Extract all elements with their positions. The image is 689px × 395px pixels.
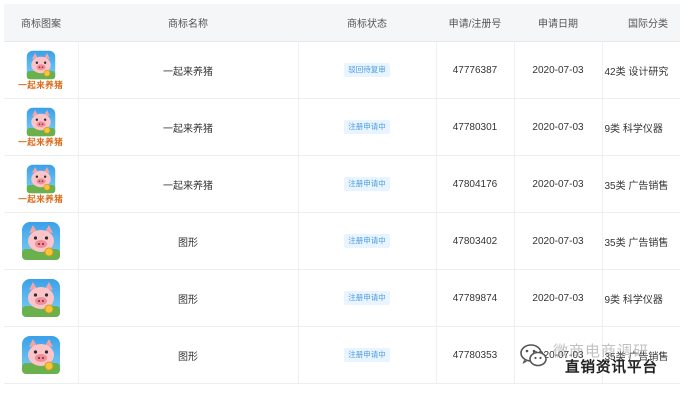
trademark-logo-cell: [4, 269, 79, 327]
trademark-status-cell: 注册申请中: [298, 269, 437, 327]
application-date: 2020-07-03: [514, 98, 603, 156]
registration-number: 47804176: [436, 155, 515, 213]
trademark-logo-image: [21, 278, 61, 318]
trademark-logo-cell: 一起来养猪: [4, 98, 79, 156]
table-body: 一起来养猪 一起来养猪 驳回待复审 47776387 2020-07-03 42…: [4, 41, 680, 384]
trademark-name[interactable]: 一起来养猪: [78, 41, 299, 99]
trademark-table: 商标图案 商标名称 商标状态 申请/注册号 申请日期 国际分类 一起来养猪 一起…: [4, 4, 680, 384]
application-date: 2020-07-03: [514, 269, 603, 327]
status-badge: 驳回待复审: [344, 63, 390, 77]
registration-number: 47780353: [436, 326, 515, 384]
trademark-name[interactable]: 图形: [78, 269, 299, 327]
trademark-table-container: 商标图案 商标名称 商标状态 申请/注册号 申请日期 国际分类 一起来养猪 一起…: [4, 4, 680, 386]
status-badge: 注册申请中: [344, 291, 390, 305]
trademark-logo-caption: 一起来养猪: [18, 136, 64, 147]
column-header-status: 商标状态: [298, 4, 436, 42]
column-header-reg-no: 申请/注册号: [436, 4, 514, 42]
trademark-logo-image: [26, 50, 56, 80]
application-date: 2020-07-03: [514, 155, 603, 213]
watermark: 微商电商调研 直销资讯平台: [519, 340, 679, 385]
table-header: 商标图案 商标名称 商标状态 申请/注册号 申请日期 国际分类: [4, 4, 680, 42]
column-header-category: 国际分类: [602, 4, 680, 42]
column-header-logo: 商标图案: [4, 4, 78, 42]
column-header-name: 商标名称: [78, 4, 298, 42]
table-row[interactable]: 一起来养猪 一起来养猪 驳回待复审 47776387 2020-07-03 42…: [4, 41, 680, 99]
status-badge: 注册申请中: [344, 120, 390, 134]
trademark-status-cell: 注册申请中: [298, 326, 437, 384]
trademark-status-cell: 注册申请中: [298, 98, 437, 156]
international-category: 35类 广告销售: [602, 212, 680, 270]
international-category: 9类 科学仪器: [602, 98, 680, 156]
trademark-logo-image: [21, 221, 61, 261]
table-row[interactable]: 图形 注册申请中 47803402 2020-07-03 35类 广告销售: [4, 212, 680, 270]
trademark-logo-cell: [4, 212, 79, 270]
trademark-name[interactable]: 图形: [78, 212, 299, 270]
status-badge: 注册申请中: [344, 348, 390, 362]
column-header-date: 申请日期: [514, 4, 602, 42]
trademark-logo-image: [26, 107, 56, 137]
registration-number: 47789874: [436, 269, 515, 327]
application-date: 2020-07-03: [514, 212, 603, 270]
trademark-logo-image: [26, 164, 56, 194]
trademark-logo-cell: 一起来养猪: [4, 41, 79, 99]
application-date: 2020-07-03: [514, 41, 603, 99]
trademark-logo-image: [21, 335, 61, 375]
trademark-status-cell: 注册申请中: [298, 155, 437, 213]
registration-number: 47803402: [436, 212, 515, 270]
trademark-logo-cell: [4, 326, 79, 384]
table-row[interactable]: 一起来养猪 一起来养猪 注册申请中 47780301 2020-07-03 9类…: [4, 98, 680, 156]
trademark-logo-caption: 一起来养猪: [18, 193, 64, 204]
trademark-name[interactable]: 一起来养猪: [78, 155, 299, 213]
trademark-status-cell: 注册申请中: [298, 212, 437, 270]
watermark-line2: 直销资讯平台: [565, 360, 658, 376]
international-category: 9类 科学仪器: [602, 269, 680, 327]
status-badge: 注册申请中: [344, 177, 390, 191]
trademark-status-cell: 驳回待复审: [298, 41, 437, 99]
table-row[interactable]: 一起来养猪 一起来养猪 注册申请中 47804176 2020-07-03 35…: [4, 155, 680, 213]
table-row[interactable]: 图形 注册申请中 47789874 2020-07-03 9类 科学仪器: [4, 269, 680, 327]
status-badge: 注册申请中: [344, 234, 390, 248]
wechat-icon: [519, 342, 549, 375]
trademark-logo-caption: 一起来养猪: [18, 79, 64, 90]
trademark-name[interactable]: 一起来养猪: [78, 98, 299, 156]
trademark-name[interactable]: 图形: [78, 326, 299, 384]
international-category: 35类 广告销售: [602, 155, 680, 213]
trademark-logo-cell: 一起来养猪: [4, 155, 79, 213]
registration-number: 47780301: [436, 98, 515, 156]
registration-number: 47776387: [436, 41, 515, 99]
international-category: 42类 设计研究: [602, 41, 680, 99]
